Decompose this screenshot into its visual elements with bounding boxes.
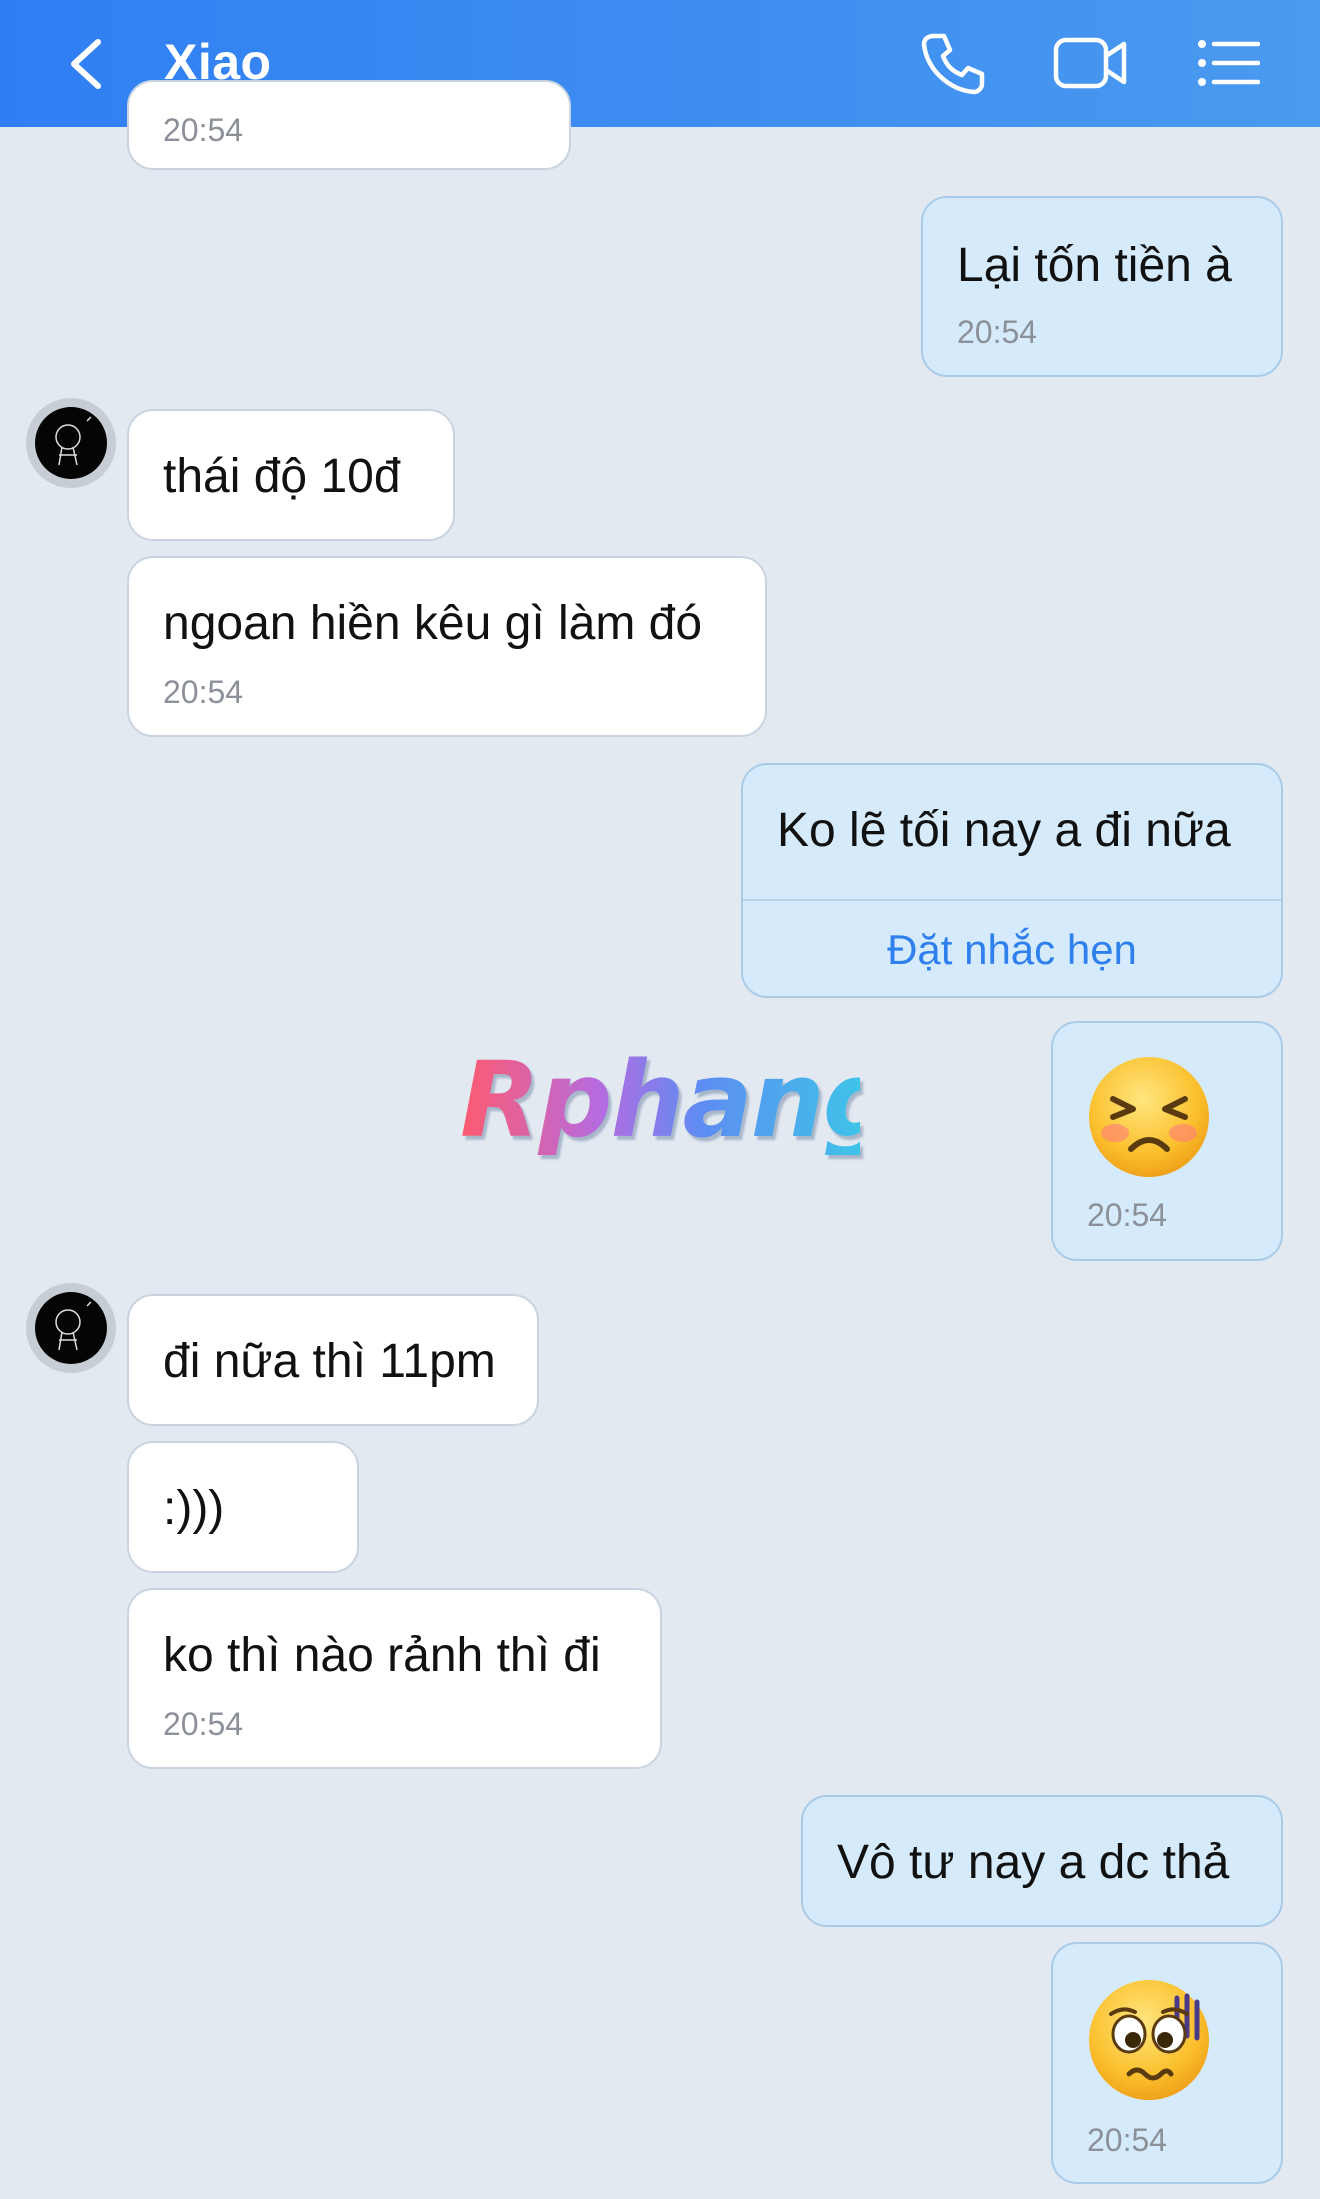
avatar-character-icon [55, 416, 92, 466]
message-text: Vô tư nay a dc thả [837, 1836, 1230, 1889]
message-bubble-outgoing[interactable]: 20:54 [1051, 1021, 1283, 1261]
message-bubble-outgoing[interactable]: Ko lẽ tối nay a đi nữa Đặt nhắc hẹn [741, 763, 1283, 998]
contact-avatar[interactable] [26, 1283, 116, 1373]
avatar-character-icon [55, 1301, 92, 1351]
message-text: :))) [163, 1482, 225, 1535]
message-time: 20:54 [163, 112, 244, 148]
message-bubble-outgoing[interactable]: 20:54 [1051, 1942, 1283, 2184]
message-bubble-outgoing[interactable]: Lại tốn tiền à 20:54 [921, 196, 1283, 377]
message-text: ngoan hiền kêu gì làm đó [163, 597, 703, 650]
message-time: 20:54 [957, 314, 1038, 350]
phone-icon[interactable] [920, 30, 986, 96]
message-bubble-outgoing[interactable]: Vô tư nay a dc thả [801, 1795, 1283, 1927]
message-bubble-incoming[interactable]: 20:54 [127, 80, 571, 170]
message-text: Ko lẽ tối nay a đi nữa [777, 804, 1231, 857]
message-bubble-incoming[interactable]: ko thì nào rảnh thì đi 20:54 [127, 1588, 662, 1769]
message-text: thái độ 10đ [163, 450, 401, 503]
message-time: 20:54 [1087, 2122, 1168, 2158]
video-camera-icon[interactable] [1052, 30, 1128, 96]
worried-sweat-emoji [1089, 1980, 1209, 2100]
message-bubble-incoming[interactable]: đi nữa thì 11pm [127, 1294, 539, 1426]
message-bubble-incoming[interactable]: ngoan hiền kêu gì làm đó 20:54 [127, 556, 767, 737]
message-time: 20:54 [1087, 1197, 1168, 1233]
message-text: đi nữa thì 11pm [163, 1335, 496, 1388]
watermark-logo: Rphang [460, 1039, 897, 1161]
message-bubble-incoming[interactable]: thái độ 10đ [127, 409, 455, 541]
message-text: Lại tốn tiền à [957, 239, 1232, 292]
message-bubble-incoming[interactable]: :))) [127, 1441, 359, 1573]
list-menu-icon[interactable] [1196, 30, 1260, 96]
set-reminder-link[interactable]: Đặt nhắc hẹn [743, 925, 1281, 975]
message-text: ko thì nào rảnh thì đi [163, 1629, 601, 1682]
bubble-divider [743, 899, 1281, 901]
contact-avatar[interactable] [26, 398, 116, 488]
squinting-frown-emoji [1089, 1057, 1209, 1177]
message-time: 20:54 [163, 674, 244, 710]
chevron-left-icon[interactable] [60, 32, 120, 96]
message-time: 20:54 [163, 1706, 244, 1742]
